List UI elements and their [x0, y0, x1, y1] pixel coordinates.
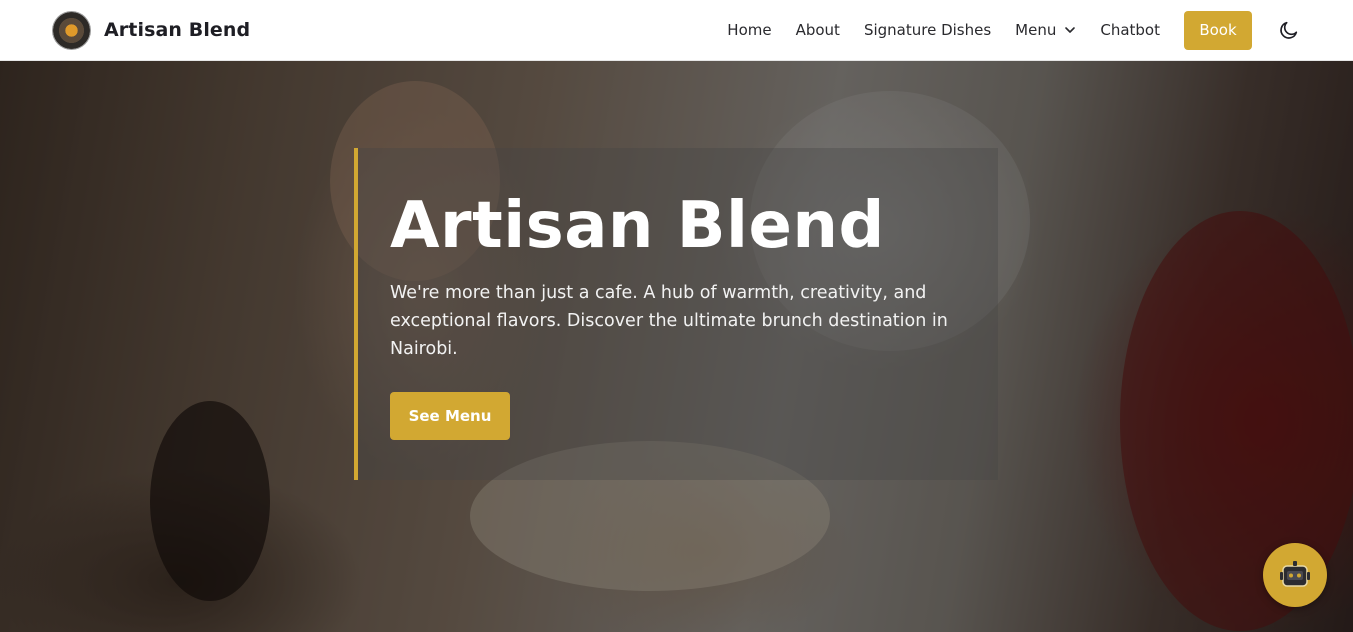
brand-name: Artisan Blend — [104, 19, 251, 41]
nav-links: Home About Signature Dishes Menu Chatbot… — [727, 10, 1353, 50]
chatbot-launcher-button[interactable] — [1263, 543, 1327, 607]
nav-link-home[interactable]: Home — [727, 21, 771, 39]
logo-bowl-icon — [52, 10, 91, 50]
hero-description: We're more than just a cafe. A hub of wa… — [390, 283, 948, 359]
book-button[interactable]: Book — [1184, 10, 1252, 50]
moon-icon[interactable] — [1278, 19, 1300, 41]
nav-link-menu-dropdown[interactable]: Menu — [1015, 21, 1076, 39]
chevron-down-icon — [1065, 27, 1076, 33]
nav-link-chatbot[interactable]: Chatbot — [1100, 21, 1160, 39]
nav-link-signature-dishes[interactable]: Signature Dishes — [864, 21, 991, 39]
nav-link-about[interactable]: About — [796, 21, 840, 39]
nav-link-menu-label: Menu — [1015, 21, 1057, 39]
hero-title: Artisan Blend — [390, 189, 885, 263]
see-menu-button[interactable]: See Menu — [390, 392, 510, 440]
hero-accent-bar — [354, 148, 358, 480]
brand[interactable]: Artisan Blend — [52, 10, 251, 50]
navbar: Artisan Blend Home About Signature Dishe… — [0, 0, 1353, 61]
robot-icon — [1280, 561, 1310, 587]
